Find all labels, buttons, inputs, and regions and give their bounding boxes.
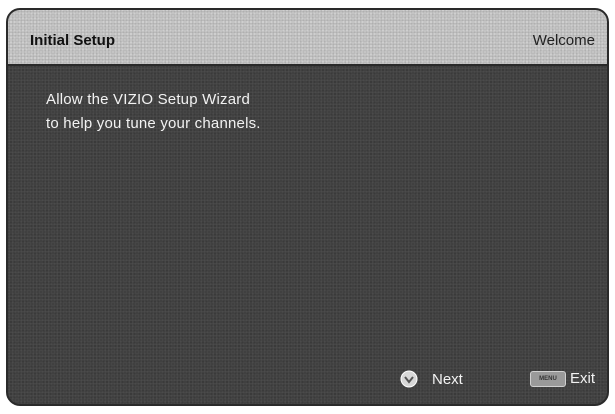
title-bar: Initial Setup Welcome bbox=[8, 10, 607, 66]
footer-bar: Next MENU Exit bbox=[8, 368, 607, 394]
ok-button-icon bbox=[400, 370, 418, 388]
exit-label: Exit bbox=[569, 370, 595, 387]
next-button[interactable]: Next bbox=[400, 370, 463, 388]
message-line-1: Allow the VIZIO Setup Wizard bbox=[46, 91, 251, 108]
message-line-2: to help you tune your channels. bbox=[46, 115, 261, 132]
page-title: Initial Setup bbox=[30, 32, 116, 49]
next-label: Next bbox=[432, 370, 463, 388]
exit-button[interactable]: MENU Exit bbox=[529, 370, 595, 387]
setup-dialog: Initial Setup Welcome Allow the VIZIO Se… bbox=[6, 8, 609, 406]
page-subtitle: Welcome bbox=[532, 32, 595, 49]
menu-key-icon: MENU bbox=[529, 370, 566, 387]
wizard-message: Allow the VIZIO Setup Wizard to help you… bbox=[46, 88, 261, 136]
